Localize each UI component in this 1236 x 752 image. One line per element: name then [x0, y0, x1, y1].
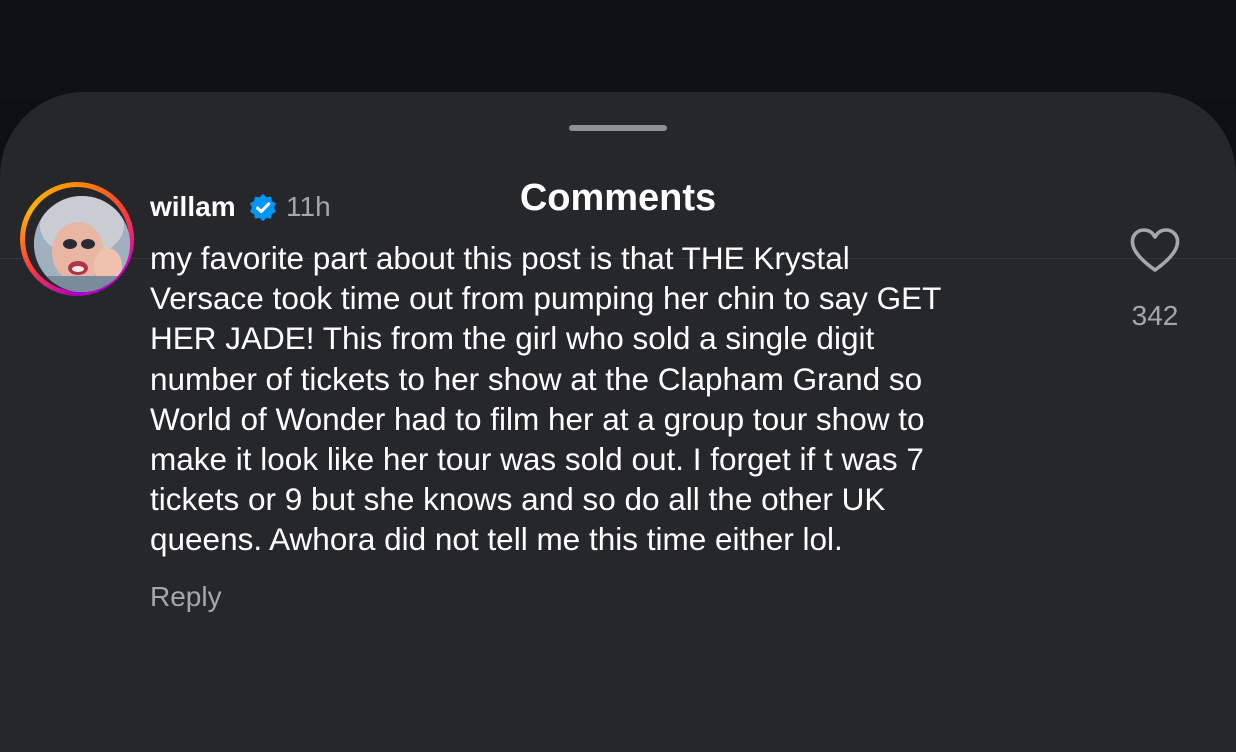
comment-text-line: tickets or 9 but she knows and so do all…	[150, 481, 886, 518]
comment-text-line: HER JADE! This from the girl who sold a …	[150, 320, 875, 357]
avatar-story-ring[interactable]	[20, 182, 134, 296]
comment-timestamp: 11h	[286, 191, 331, 222]
avatar-image	[34, 196, 130, 292]
comment-username[interactable]: willam	[150, 190, 236, 224]
comment-text-line: Versace took time out from pumping her c…	[150, 280, 942, 317]
comment-text-line: my favorite part about this post is that…	[150, 240, 850, 276]
avatar	[34, 196, 130, 292]
comment-text-line: number of tickets to her show at the Cla…	[150, 360, 923, 397]
comment-text-line: queens. Awhora did not tell me this time…	[150, 521, 843, 558]
heart-icon[interactable]	[1128, 226, 1182, 274]
reply-button[interactable]: Reply	[150, 580, 222, 614]
like-count: 342	[1131, 300, 1179, 331]
comment-text-line: World of Wonder had to film her at a gro…	[150, 400, 925, 437]
top-bar	[0, 0, 1236, 100]
comment-text: my favorite part about this post is that…	[150, 238, 1080, 560]
comment-text-line: make it look like her tour was sold out.…	[150, 441, 924, 478]
sheet-grabber-handle[interactable]	[569, 125, 667, 131]
verified-badge-icon	[250, 194, 276, 222]
